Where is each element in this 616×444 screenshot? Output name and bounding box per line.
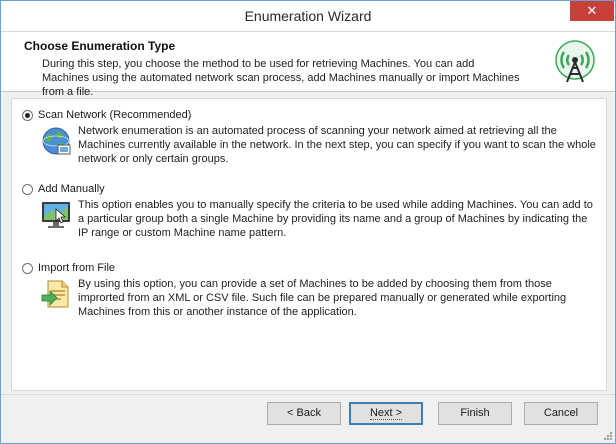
resize-grip-icon[interactable]	[603, 431, 613, 441]
step-description: During this step, you choose the method …	[42, 58, 520, 98]
radio-button-checked[interactable]	[22, 109, 33, 121]
finish-button[interactable]: Finish	[438, 402, 512, 425]
option-label[interactable]: Import from File	[38, 262, 115, 274]
close-button[interactable]: ✕	[570, 1, 614, 21]
radio-button[interactable]	[22, 183, 33, 195]
options-panel: Scan Network (Recommended) Network enume…	[11, 98, 607, 391]
footer-divider	[1, 394, 615, 395]
radio-add-manually[interactable]: Add Manually	[22, 181, 105, 197]
antenna-icon	[555, 40, 595, 83]
option-label[interactable]: Scan Network (Recommended)	[38, 109, 191, 121]
wizard-window: Enumeration Wizard ✕ Choose Enumeration …	[0, 0, 616, 444]
next-button-label: Next >	[369, 407, 403, 420]
wizard-header: Choose Enumeration Type During this step…	[1, 32, 615, 98]
title-bar[interactable]: Enumeration Wizard ✕	[1, 1, 615, 32]
option-label[interactable]: Add Manually	[38, 183, 105, 195]
radio-button[interactable]	[22, 262, 33, 274]
option-description: By using this option, you can provide a …	[78, 278, 567, 318]
window-title: Enumeration Wizard	[244, 8, 372, 24]
next-button[interactable]: Next >	[349, 402, 423, 425]
globe-network-icon	[42, 127, 71, 155]
monitor-cursor-icon	[42, 202, 70, 228]
back-button[interactable]: < Back	[267, 402, 341, 425]
option-description: This option enables you to manually spec…	[78, 199, 593, 239]
step-title: Choose Enumeration Type	[24, 39, 176, 53]
radio-scan-network[interactable]: Scan Network (Recommended)	[22, 107, 191, 123]
radio-import-file[interactable]: Import from File	[22, 260, 115, 276]
import-file-icon	[41, 280, 69, 308]
cancel-button[interactable]: Cancel	[524, 402, 598, 425]
option-description: Network enumeration is an automated proc…	[78, 125, 596, 165]
